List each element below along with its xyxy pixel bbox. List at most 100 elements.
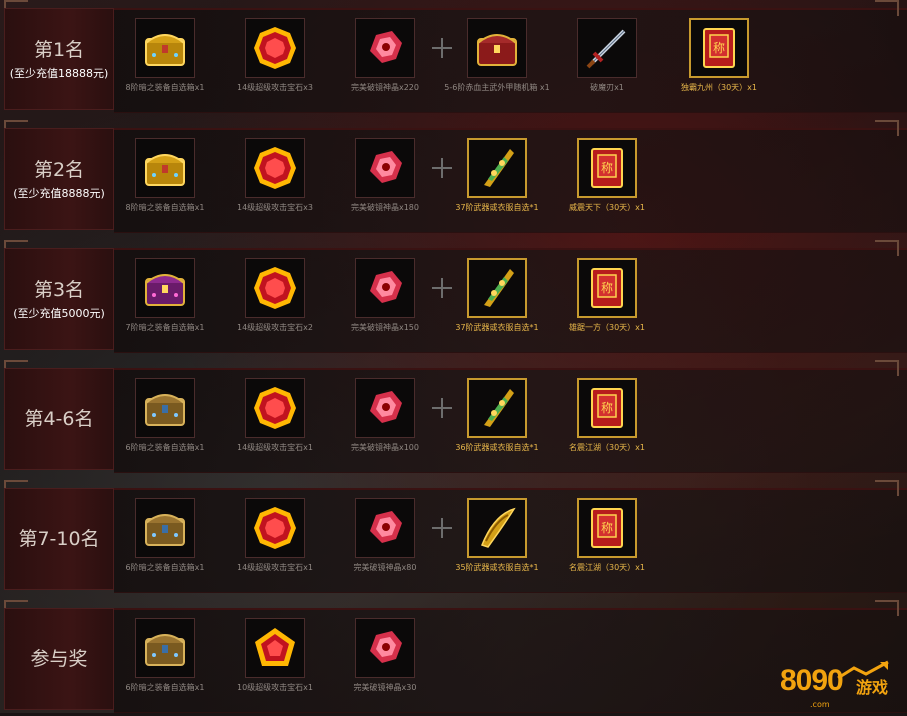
reward-caption: 完美破镜神晶x220: [350, 83, 419, 92]
title-scroll-icon: 称: [591, 148, 623, 188]
reward-item[interactable]: [135, 378, 195, 438]
red-gold-chest-icon: [477, 34, 517, 66]
rank-title: 第4-6名: [24, 408, 94, 430]
reward-item[interactable]: [355, 138, 415, 198]
rank-title: 参与奖: [30, 648, 88, 670]
svg-text:称: 称: [601, 401, 613, 415]
frame-corner-ornament: [875, 0, 899, 16]
blue-chest-icon: [145, 634, 185, 666]
reward-caption: 完美破镜神晶x150: [350, 323, 419, 332]
rank-label: 第4-6名: [4, 368, 114, 470]
golden-weapon-icon: [484, 389, 514, 427]
logo-name: 游戏: [856, 678, 889, 697]
rank-title: 第3名: [33, 279, 85, 301]
rank-requirement: (至少充值5000元): [13, 307, 105, 320]
golden-weapon-icon: [484, 149, 514, 187]
crystal-icon: [370, 271, 402, 303]
reward-caption: 破魔刃x1: [590, 83, 624, 92]
sword-icon: [586, 29, 626, 69]
frame-corner-ornament: [875, 120, 899, 136]
purple-chest-icon: [145, 274, 185, 306]
reward-item[interactable]: [355, 258, 415, 318]
reward-item[interactable]: [355, 378, 415, 438]
reward-item[interactable]: [245, 378, 305, 438]
title-scroll-icon: 称: [591, 508, 623, 548]
red-gem-icon: [254, 147, 296, 189]
site-logo: 8090 .com 游戏: [780, 660, 900, 710]
reward-item[interactable]: [135, 138, 195, 198]
rank-label: 第7-10名: [4, 488, 114, 590]
golden-blade-icon: [481, 507, 516, 548]
reward-item[interactable]: 称: [577, 378, 637, 438]
reward-item[interactable]: [355, 18, 415, 78]
rank-requirement: (至少充值18888元): [9, 67, 109, 80]
frame-corner-ornament: [875, 360, 899, 376]
reward-item[interactable]: 称: [577, 258, 637, 318]
reward-item[interactable]: [467, 378, 527, 438]
reward-caption: 名震江湖（30天）x1: [568, 443, 645, 452]
reward-caption: 独霸九州（30天）x1: [680, 83, 757, 92]
reward-item[interactable]: [355, 498, 415, 558]
rank-title: 第1名: [33, 39, 85, 61]
rank-label: 第2名 (至少充值8888元): [4, 128, 114, 230]
rank-title: 第2名: [33, 159, 85, 181]
reward-item[interactable]: [135, 618, 195, 678]
reward-item[interactable]: [135, 18, 195, 78]
reward-row: 第4-6名 6阶暗之装备自选箱x1 14级超级攻击宝石x1 完美破镜神晶x100 36阶…: [0, 360, 907, 476]
plus-icon: [432, 278, 452, 298]
red-gem-pentagon-icon: [255, 628, 295, 666]
reward-item[interactable]: [245, 258, 305, 318]
logo-number: 8090: [780, 664, 844, 697]
reward-item[interactable]: [245, 498, 305, 558]
reward-caption: 完美破镜神晶x30: [353, 683, 417, 692]
frame-corner-ornament: [875, 600, 899, 616]
red-gem-icon: [254, 507, 296, 549]
plus-icon: [432, 398, 452, 418]
golden-chest-icon: [145, 34, 185, 66]
reward-row: 参与奖 6阶暗之装备自选箱x1 10级超级攻击宝石x1 完美破镜神晶x30: [0, 600, 907, 716]
red-gem-icon: [254, 27, 296, 69]
reward-item[interactable]: 称: [577, 138, 637, 198]
reward-item[interactable]: [135, 258, 195, 318]
reward-item[interactable]: 称: [577, 498, 637, 558]
svg-text:称: 称: [601, 161, 613, 175]
title-scroll-icon: 称: [703, 28, 735, 68]
reward-item[interactable]: [467, 258, 527, 318]
blue-chest-icon: [145, 394, 185, 426]
crystal-icon: [370, 151, 402, 183]
reward-caption: 名震江湖（30天）x1: [568, 563, 645, 572]
red-gem-icon: [254, 387, 296, 429]
golden-chest-icon: [145, 154, 185, 186]
reward-item[interactable]: [577, 18, 637, 78]
plus-icon: [432, 38, 452, 58]
reward-item[interactable]: [135, 498, 195, 558]
reward-item[interactable]: [245, 138, 305, 198]
golden-weapon-icon: [484, 269, 514, 307]
reward-item[interactable]: [355, 618, 415, 678]
crystal-icon: [370, 631, 402, 663]
plus-icon: [432, 518, 452, 538]
reward-item[interactable]: [245, 618, 305, 678]
crystal-icon: [370, 391, 402, 423]
reward-item[interactable]: [467, 498, 527, 558]
reward-row: 第3名 (至少充值5000元) 7阶暗之装备自选箱x1 14级超级攻击宝石x2 完美破镜…: [0, 240, 907, 356]
rank-requirement: (至少充值8888元): [13, 187, 105, 200]
title-scroll-icon: 称: [591, 388, 623, 428]
reward-caption: 完美破镜神晶x100: [350, 443, 419, 452]
reward-row: 第7-10名 6阶暗之装备自选箱x1 14级超级攻击宝石x1 完美破镜神晶x80 35阶…: [0, 480, 907, 596]
reward-caption: 雄踞一方（30天）x1: [568, 323, 645, 332]
reward-item[interactable]: [467, 138, 527, 198]
reward-caption: 完美破镜神晶x180: [350, 203, 419, 212]
rank-label: 参与奖: [4, 608, 114, 710]
svg-text:称: 称: [713, 41, 725, 55]
reward-item[interactable]: [467, 18, 527, 78]
reward-item[interactable]: [245, 18, 305, 78]
reward-row: 第2名 (至少充值8888元) 8阶暗之装备自选箱x1 14级超级攻击宝石x3 完美破镜…: [0, 120, 907, 236]
blue-chest-icon: [145, 514, 185, 546]
red-gem-icon: [254, 267, 296, 309]
title-scroll-icon: 称: [591, 268, 623, 308]
reward-row: 第1名 (至少充值18888元) 8阶暗之装备自选箱x1 14级超级攻击宝石x3 完美破…: [0, 0, 907, 116]
plus-icon: [432, 158, 452, 178]
reward-item[interactable]: 称: [689, 18, 749, 78]
reward-caption: 威震天下（30天）x1: [568, 203, 645, 212]
